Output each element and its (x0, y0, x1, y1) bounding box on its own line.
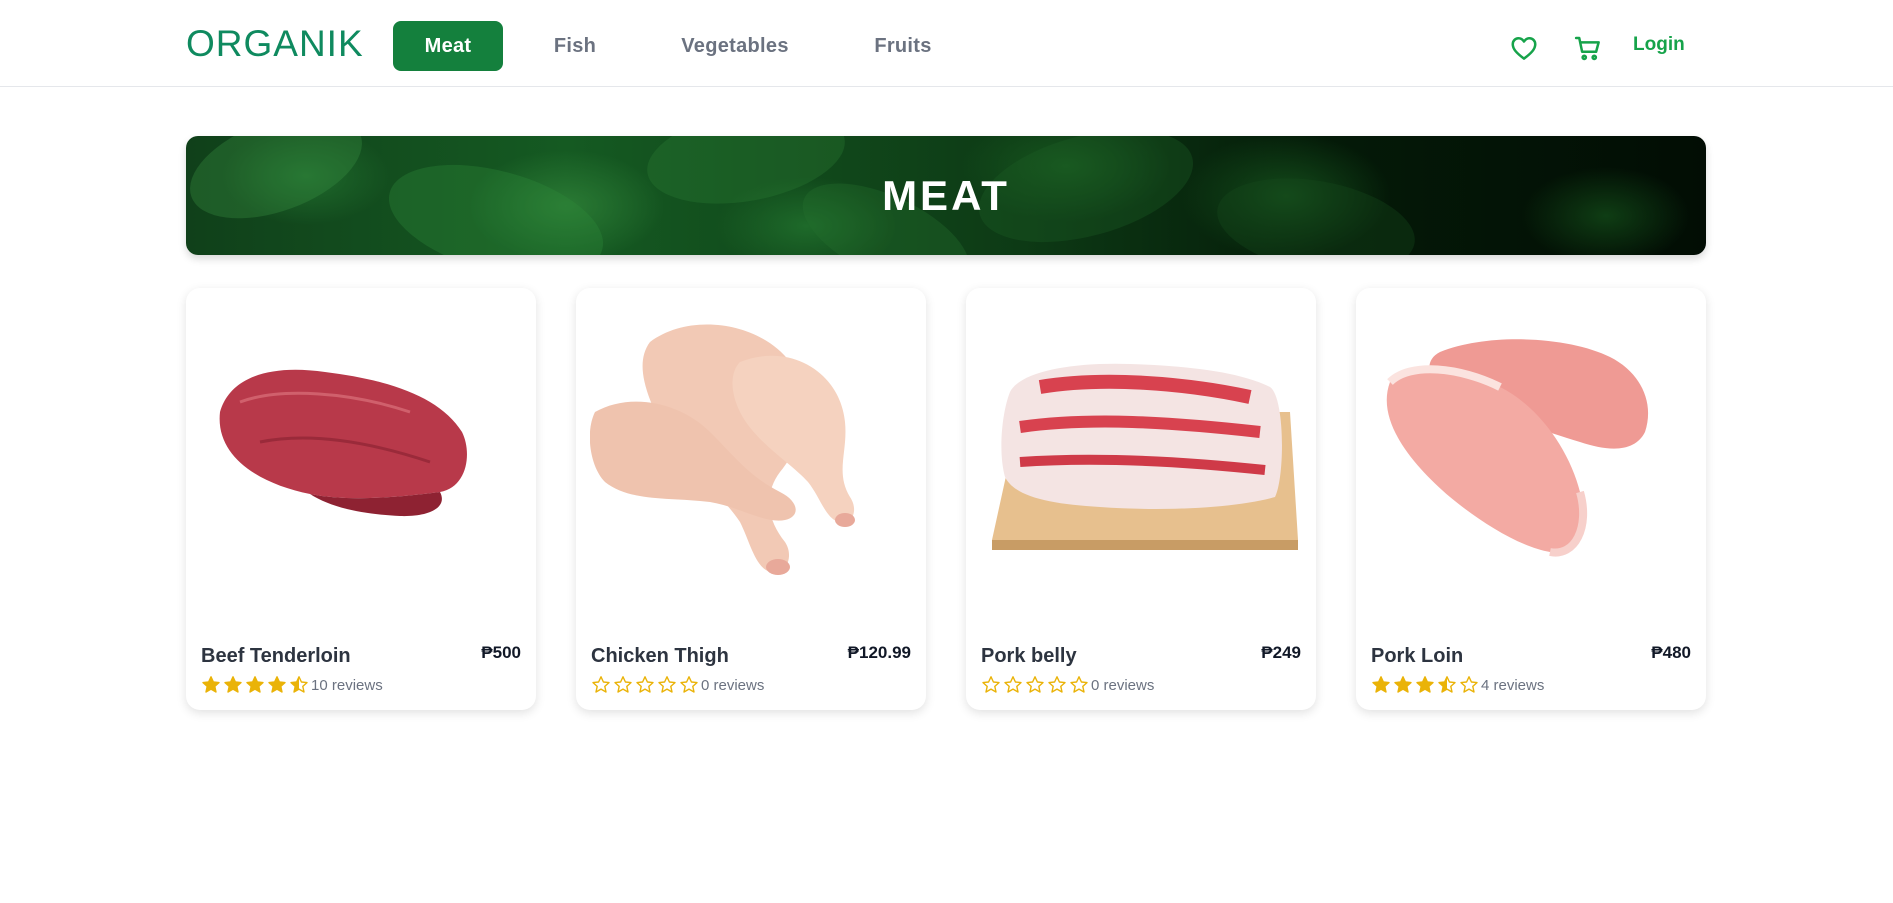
product-name: Pork Loin (1371, 645, 1464, 667)
star-empty-icon (1004, 676, 1022, 693)
review-count: 10 reviews (311, 677, 383, 694)
star-empty-icon (1048, 676, 1066, 693)
rating-stars (981, 675, 1089, 695)
rating-stars (591, 675, 699, 695)
review-count: 0 reviews (1091, 677, 1155, 694)
product-card-chicken-thigh[interactable]: Chicken Thigh ₱120.99 0 reviews (576, 288, 926, 710)
product-price: ₱480 (1651, 643, 1691, 662)
star-empty-icon (592, 676, 610, 693)
brand-logo[interactable]: ORGANIK (186, 22, 364, 66)
product-card-pork-loin[interactable]: Pork Loin ₱480 4 reviews (1356, 288, 1706, 710)
star-empty-icon (1026, 676, 1044, 693)
star-full-icon (1394, 676, 1412, 693)
product-name: Pork belly (981, 645, 1077, 667)
star-empty-icon (982, 676, 1000, 693)
beef-tenderloin-image (219, 369, 467, 517)
nav-meat[interactable]: Meat (393, 21, 503, 71)
star-full-icon (268, 676, 286, 693)
nav-fish[interactable]: Fish (535, 21, 615, 71)
pork-belly-image (992, 363, 1298, 550)
heart-icon[interactable] (1509, 33, 1539, 63)
product-price: ₱120.99 (847, 643, 911, 662)
star-full-icon (1372, 676, 1390, 693)
product-price: ₱500 (481, 643, 521, 662)
star-empty-icon (1070, 676, 1088, 693)
category-banner: MEAT (186, 136, 1706, 255)
star-empty-icon (636, 676, 654, 693)
pork-loin-image (1386, 339, 1649, 557)
top-navbar: ORGANIK Meat Fish Vegetables Fruits Logi… (0, 0, 1893, 87)
star-empty-icon (658, 676, 676, 693)
cart-icon[interactable] (1573, 33, 1603, 63)
star-full-icon (224, 676, 242, 693)
star-empty-icon (1460, 676, 1478, 693)
star-full-icon (1416, 676, 1434, 693)
star-empty-icon (680, 676, 698, 693)
star-half-icon (290, 676, 308, 693)
chicken-thigh-image (590, 324, 855, 575)
product-card-pork-belly[interactable]: Pork belly ₱249 0 reviews (966, 288, 1316, 710)
review-count: 0 reviews (701, 677, 765, 694)
rating-stars (201, 675, 309, 695)
product-name: Beef Tenderloin (201, 645, 351, 667)
star-full-icon (202, 676, 220, 693)
nav-vegetables[interactable]: Vegetables (665, 21, 805, 71)
banner-title: MEAT (882, 172, 1010, 219)
login-link[interactable]: Login (1633, 34, 1685, 56)
product-name: Chicken Thigh (591, 645, 729, 667)
star-half-icon (1438, 676, 1456, 693)
product-card-beef-tenderloin[interactable]: Beef Tenderloin ₱500 10 reviews (186, 288, 536, 710)
product-price: ₱249 (1261, 643, 1301, 662)
nav-fruits[interactable]: Fruits (858, 21, 948, 71)
review-count: 4 reviews (1481, 677, 1545, 694)
rating-stars (1371, 675, 1479, 695)
star-full-icon (246, 676, 264, 693)
star-empty-icon (614, 676, 632, 693)
